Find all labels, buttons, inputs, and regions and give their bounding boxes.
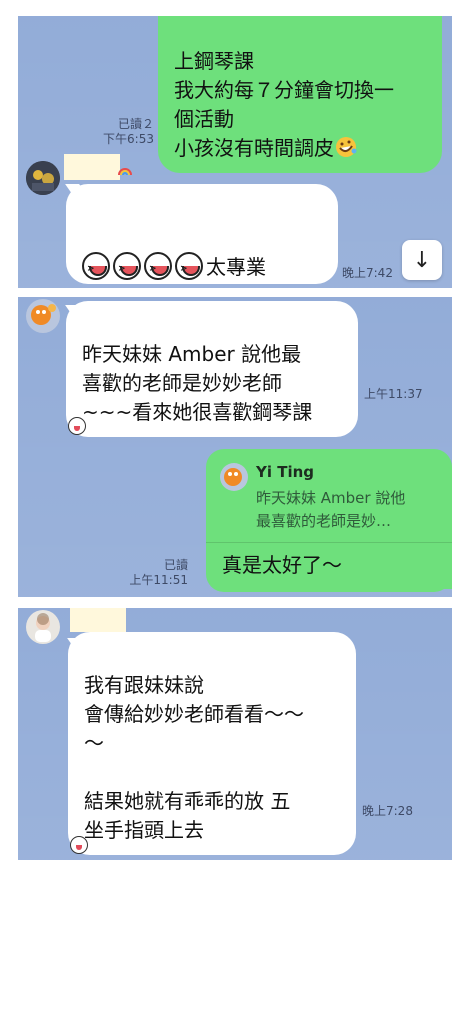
scroll-to-bottom-button[interactable]: ↓: [402, 240, 442, 280]
chat-panel-2: 昨天妹妹 Amber 說他最 喜歡的老師是妙妙老師 ~~~看來她很喜歡鋼琴課 上…: [18, 297, 452, 597]
reaction-sticker-icon[interactable]: [70, 836, 88, 854]
message-time: 下午6:53: [103, 132, 154, 146]
their-message-tail: 太專業: [206, 255, 266, 279]
laughing-face-icon: [82, 252, 110, 288]
their-message-bubble[interactable]: 太專業 了: [66, 184, 338, 288]
my-message-bubble[interactable]: 上鋼琴課 我大約每７分鐘會切換一 個活動 小孩沒有時間調皮: [158, 16, 442, 173]
message-time: 晚上7:28: [362, 804, 413, 818]
avatar[interactable]: [26, 610, 60, 644]
chat-panel-1: 上鋼琴課 我大約每７分鐘會切換一 個活動 小孩沒有時間調皮 已讀２ 下午6:53…: [18, 16, 452, 288]
laughing-face-icon: [175, 252, 203, 288]
avatar[interactable]: [26, 161, 60, 195]
read-receipt: 已讀２ 下午6:53: [90, 117, 154, 147]
laughing-face-icon: [144, 252, 172, 288]
message-time: 上午11:51: [129, 573, 188, 587]
their-message-line1: 太專業: [82, 223, 322, 288]
read-receipt: 已讀 上午11:51: [118, 558, 188, 588]
arrow-down-icon: ↓: [412, 247, 432, 273]
their-message-bubble[interactable]: 昨天妹妹 Amber 說他最 喜歡的老師是妙妙老師 ~~~看來她很喜歡鋼琴課: [66, 301, 358, 437]
reply-text: 真是太好了～: [222, 553, 342, 577]
read-status: 已讀: [163, 558, 188, 572]
my-message-text: 上鋼琴課 我大約每７分鐘會切換一 個活動 小孩沒有時間調皮: [174, 49, 394, 160]
message-time: 上午11:37: [364, 387, 423, 401]
chat-panel-3: 我有跟妹妹說 會傳給妙妙老師看看～～ ～ 結果她就有乖乖的放 五 坐手指頭上去 …: [18, 608, 452, 860]
laughing-face-icon: [113, 252, 141, 288]
avatar[interactable]: [26, 299, 60, 333]
their-message-text: 我有跟妹妹說 會傳給妙妙老師看看～～ ～ 結果她就有乖乖的放 五 坐手指頭上去: [84, 673, 304, 842]
message-time: 晚上7:42: [342, 266, 393, 280]
reply-bubble[interactable]: Yi Ting 昨天妹妹 Amber 說他 最喜歡的老師是妙… 真是太好了～: [206, 449, 452, 592]
rainbow-icon: [118, 162, 132, 176]
their-message-text: 昨天妹妹 Amber 說他最 喜歡的老師是妙妙老師 ~~~看來她很喜歡鋼琴課: [82, 342, 313, 424]
quoted-sender-name: Yi Ting: [256, 463, 315, 481]
their-message-bubble[interactable]: 我有跟妹妹說 會傳給妙妙老師看看～～ ～ 結果她就有乖乖的放 五 坐手指頭上去: [68, 632, 356, 855]
rofl-emoji-icon: [334, 135, 358, 159]
avatar: [220, 463, 248, 491]
quoted-message-text: 昨天妹妹 Amber 說他 最喜歡的老師是妙…: [256, 489, 406, 530]
reaction-sticker-icon[interactable]: [68, 417, 86, 435]
sender-name-redacted: [64, 154, 120, 180]
read-status: 已讀２: [117, 117, 154, 131]
sender-name-redacted: [70, 608, 126, 632]
quoted-message[interactable]: Yi Ting 昨天妹妹 Amber 說他 最喜歡的老師是妙…: [206, 449, 452, 543]
